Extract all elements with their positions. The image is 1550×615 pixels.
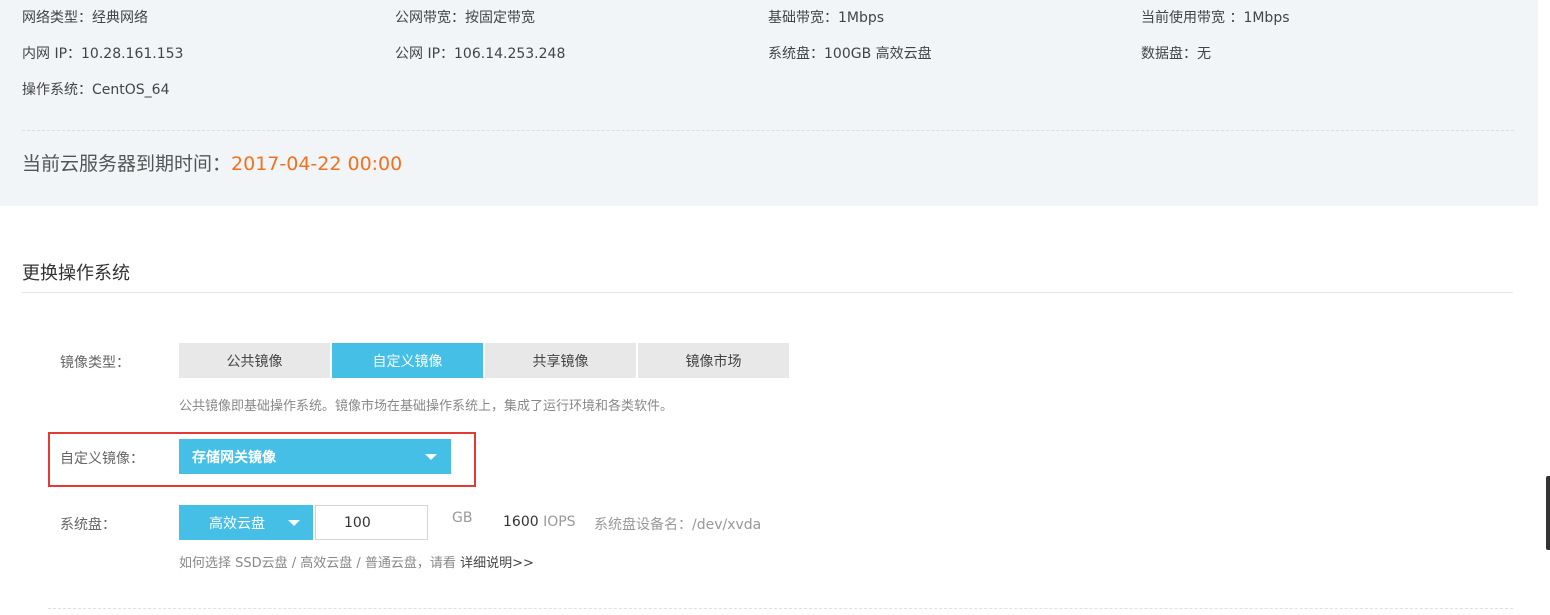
image-type-tabs: 公共镜像 自定义镜像 共享镜像 镜像市场 [179, 343, 789, 378]
disk-size-unit: GB [452, 510, 473, 526]
section-title: 更换操作系统 [22, 263, 130, 284]
custom-image-value: 存储网关镜像 [192, 449, 276, 466]
expiry-date: 2017-04-22 00:00 [231, 153, 403, 175]
system-disk-info: 系统盘：100GB 高效云盘 [768, 46, 932, 62]
tab-custom-image[interactable]: 自定义镜像 [332, 343, 483, 378]
public-bandwidth: 公网带宽：按固定带宽 [395, 10, 535, 26]
iops-info: 1600 IOPS [503, 514, 576, 530]
disk-size-input[interactable] [315, 505, 428, 540]
section-divider [22, 292, 1513, 293]
disk-hint: 如何选择 SSD云盘 / 高效云盘 / 普通云盘，请看 详细说明>> [179, 552, 534, 571]
instance-info-panel: 网络类型：经典网络 公网带宽：按固定带宽 基础带宽：1Mbps 当前使用带宽 ：… [0, 0, 1538, 206]
base-bandwidth: 基础带宽：1Mbps [768, 10, 885, 26]
data-disk-info: 数据盘：无 [1141, 46, 1211, 62]
tab-public-image[interactable]: 公共镜像 [179, 343, 330, 378]
expiry-label: 当前云服务器到期时间： [22, 153, 232, 175]
details-link[interactable]: 详细说明>> [460, 556, 534, 571]
scrollbar-thumb[interactable] [1546, 476, 1550, 550]
network-type: 网络类型：经典网络 [22, 10, 148, 26]
bottom-divider [48, 608, 1513, 609]
iops-value: 1600 [503, 514, 539, 530]
chevron-down-icon [425, 454, 437, 460]
disk-type-value: 高效云盘 [209, 515, 265, 532]
expiry-time: 当前云服务器到期时间：2017-04-22 00:00 [22, 149, 402, 176]
system-disk-label: 系统盘： [60, 517, 116, 533]
custom-image-select[interactable]: 存储网关镜像 [179, 439, 451, 474]
image-type-hint: 公共镜像即基础操作系统。镜像市场在基础操作系统上，集成了运行环境和各类软件。 [179, 399, 674, 414]
operating-system: 操作系统：CentOS_64 [22, 82, 170, 98]
disk-device-name: 系统盘设备名：/dev/xvda [594, 517, 762, 533]
public-ip: 公网 IP：106.14.253.248 [395, 46, 566, 62]
private-ip: 内网 IP：10.28.161.153 [22, 46, 184, 62]
info-divider [22, 130, 1514, 131]
tab-shared-image[interactable]: 共享镜像 [485, 343, 636, 378]
iops-unit: IOPS [538, 514, 576, 530]
current-bandwidth: 当前使用带宽 ：1Mbps [1141, 10, 1290, 26]
image-type-label: 镜像类型： [60, 355, 130, 371]
tab-image-market[interactable]: 镜像市场 [638, 343, 789, 378]
disk-type-select[interactable]: 高效云盘 [179, 505, 313, 540]
custom-image-label: 自定义镜像： [60, 451, 144, 467]
disk-hint-text: 如何选择 SSD云盘 / 高效云盘 / 普通云盘，请看 [179, 556, 461, 571]
chevron-down-icon [288, 520, 300, 526]
